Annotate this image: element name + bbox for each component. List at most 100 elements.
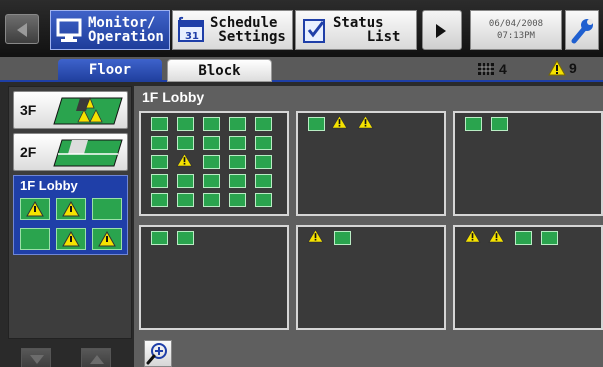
alarm-count-value: 9 bbox=[569, 60, 577, 76]
warning-icon[interactable] bbox=[357, 115, 374, 129]
tab-schedule-settings[interactable]: 31 Schedule Settings bbox=[172, 10, 293, 50]
floor-1f-label: 1F Lobby bbox=[20, 178, 78, 193]
time-text: 07:13PM bbox=[497, 31, 535, 41]
unit-icon[interactable] bbox=[255, 136, 272, 150]
block-4[interactable] bbox=[139, 225, 289, 330]
unit-icon[interactable] bbox=[541, 231, 558, 245]
zoom-in-button[interactable] bbox=[144, 340, 172, 367]
unit-icon[interactable] bbox=[177, 193, 194, 207]
next-page-button[interactable] bbox=[422, 10, 462, 50]
floor-title: 1F Lobby bbox=[142, 89, 205, 105]
warning-icon bbox=[548, 60, 566, 76]
unit-icon[interactable] bbox=[203, 117, 220, 131]
unit-icon[interactable] bbox=[334, 231, 351, 245]
unit-icon[interactable] bbox=[177, 117, 194, 131]
tab-status-label-line2: List bbox=[333, 29, 401, 45]
unit-icon[interactable] bbox=[229, 174, 246, 188]
tab-block[interactable]: Block bbox=[167, 59, 272, 82]
unit-icon[interactable] bbox=[151, 136, 168, 150]
unit-icon[interactable] bbox=[203, 174, 220, 188]
unit-icon[interactable] bbox=[203, 136, 220, 150]
warning-icon[interactable] bbox=[464, 229, 481, 243]
unit-icon[interactable] bbox=[151, 174, 168, 188]
tab-schedule-label-line2: Settings bbox=[210, 29, 286, 45]
unit-icon[interactable] bbox=[229, 155, 246, 169]
unit-icon[interactable] bbox=[203, 193, 220, 207]
unit-icon[interactable] bbox=[465, 117, 482, 131]
mini-block bbox=[56, 228, 86, 250]
scroll-up-button[interactable] bbox=[81, 348, 111, 367]
block-6[interactable] bbox=[453, 225, 603, 330]
floor-item-2f[interactable]: 2F bbox=[13, 133, 128, 171]
unit-icon[interactable] bbox=[151, 155, 168, 169]
unit-icon[interactable] bbox=[203, 155, 220, 169]
warning-icon bbox=[62, 230, 80, 247]
chevron-up-icon bbox=[90, 355, 104, 364]
unit-icon[interactable] bbox=[255, 117, 272, 131]
tab-floor[interactable]: Floor bbox=[58, 59, 162, 82]
warning-icon[interactable] bbox=[176, 153, 193, 167]
mini-block bbox=[92, 198, 122, 220]
svg-text:31: 31 bbox=[185, 31, 199, 42]
magnifier-plus-icon bbox=[146, 343, 167, 365]
warning-icon bbox=[62, 200, 80, 217]
tab-monitor-label-line2: Operation bbox=[88, 29, 164, 45]
unit-icon[interactable] bbox=[229, 117, 246, 131]
unit-icon[interactable] bbox=[308, 117, 325, 131]
unit-icon[interactable] bbox=[151, 193, 168, 207]
block-5[interactable] bbox=[296, 225, 446, 330]
unit-icon[interactable] bbox=[151, 117, 168, 131]
floor-list: 3F 2F 1F Lobby bbox=[8, 86, 132, 367]
monitor-icon bbox=[56, 18, 82, 42]
alarm-count: 9 bbox=[548, 60, 577, 76]
block-3[interactable] bbox=[453, 111, 603, 216]
unit-icon[interactable] bbox=[255, 193, 272, 207]
floor-3f-label: 3F bbox=[20, 102, 37, 118]
floor-item-1f-lobby[interactable]: 1F Lobby bbox=[13, 175, 128, 255]
clipboard-icon bbox=[303, 19, 325, 43]
grid-icon bbox=[478, 63, 494, 75]
mini-block bbox=[92, 228, 122, 250]
floor-item-3f[interactable]: 3F bbox=[13, 91, 128, 129]
unit-icon[interactable] bbox=[177, 136, 194, 150]
warning-icon[interactable] bbox=[488, 229, 505, 243]
unit-icon[interactable] bbox=[177, 231, 194, 245]
date-time-display: 06/04/2008 07:13PM bbox=[470, 10, 562, 50]
unit-icon[interactable] bbox=[491, 117, 508, 131]
wrench-icon bbox=[571, 19, 593, 44]
unit-icon[interactable] bbox=[177, 174, 194, 188]
tab-monitor-operation[interactable]: Monitor/Operation bbox=[50, 10, 170, 50]
right-arrow-icon bbox=[436, 24, 446, 38]
tab-status-list[interactable]: Status List bbox=[295, 10, 417, 50]
previous-page-button[interactable] bbox=[5, 14, 39, 44]
floor-2f-map-icon bbox=[53, 139, 123, 167]
floor-1f-block-map bbox=[18, 196, 125, 252]
floor-2f-label: 2F bbox=[20, 144, 37, 160]
unit-icon[interactable] bbox=[151, 231, 168, 245]
scroll-down-button[interactable] bbox=[21, 348, 51, 367]
unit-icon[interactable] bbox=[515, 231, 532, 245]
mini-block bbox=[20, 198, 50, 220]
group-count-value: 4 bbox=[499, 61, 507, 77]
mini-block bbox=[20, 228, 50, 250]
unit-icon[interactable] bbox=[255, 155, 272, 169]
settings-button[interactable] bbox=[565, 10, 599, 50]
calendar-icon: 31 bbox=[178, 16, 204, 42]
floor-3f-map-icon bbox=[53, 96, 123, 125]
floor-map-area: 1F Lobby bbox=[134, 86, 603, 367]
group-count: 4 bbox=[478, 61, 507, 77]
chevron-down-icon bbox=[30, 355, 44, 364]
warning-icon bbox=[26, 200, 44, 217]
unit-icon[interactable] bbox=[229, 193, 246, 207]
unit-icon[interactable] bbox=[229, 136, 246, 150]
mini-block bbox=[56, 198, 86, 220]
unit-icon[interactable] bbox=[255, 174, 272, 188]
warning-icon bbox=[98, 230, 116, 247]
block-1[interactable] bbox=[139, 111, 289, 216]
warning-icon[interactable] bbox=[331, 115, 348, 129]
view-tab-row: Floor Block 4 9 bbox=[0, 57, 603, 82]
warning-icon[interactable] bbox=[307, 229, 324, 243]
date-text: 06/04/2008 bbox=[488, 19, 544, 29]
block-2[interactable] bbox=[296, 111, 446, 216]
top-toolbar: Monitor/Operation 31 Schedule Settings S… bbox=[0, 0, 603, 57]
